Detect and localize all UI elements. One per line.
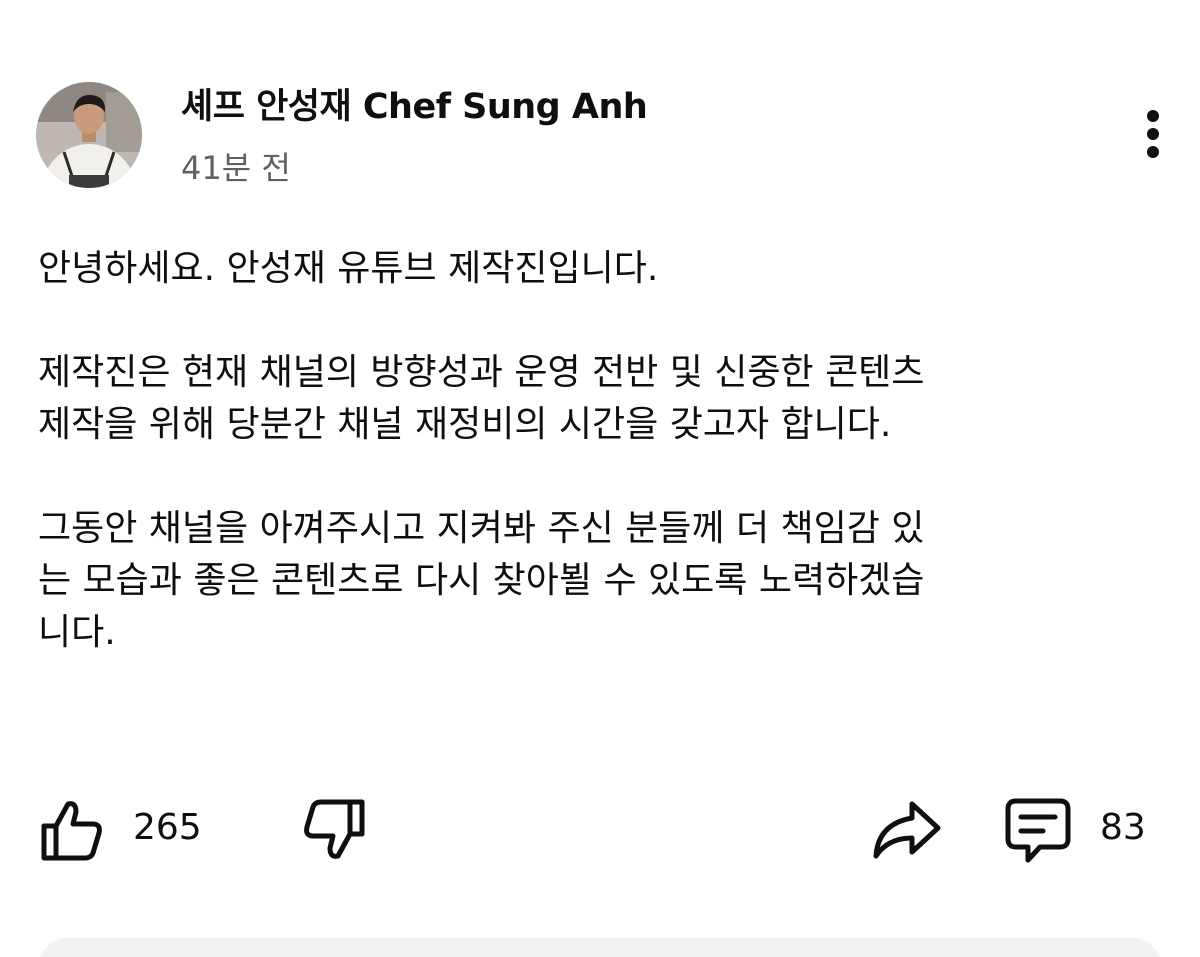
avatar[interactable] xyxy=(36,82,142,188)
post-body-line: 는 모습과 좋은 콘텐츠로 다시 찾아뵐 수 있도록 노력하겠습 xyxy=(38,560,925,601)
avatar-image xyxy=(36,82,142,188)
comment-count: 83 xyxy=(1100,807,1146,848)
more-vertical-icon xyxy=(1147,110,1159,158)
comment-icon xyxy=(1005,798,1071,863)
share-button[interactable] xyxy=(870,798,942,862)
more-options-button[interactable] xyxy=(1132,106,1176,170)
like-button[interactable] xyxy=(38,796,106,864)
dislike-button[interactable] xyxy=(300,796,368,864)
add-comment-bar[interactable] xyxy=(38,938,1162,957)
comments-button[interactable] xyxy=(1002,796,1074,868)
post-body-line: 안녕하세요. 안성재 유튜브 제작진입니다. xyxy=(38,248,659,289)
thumbs-down-icon xyxy=(304,799,365,859)
channel-name[interactable]: 셰프 안성재 Chef Sung Anh xyxy=(181,78,648,129)
thumbs-up-icon xyxy=(41,801,102,861)
post-body-line: 제작을 위해 당분간 채널 재정비의 시간을 갖고자 합니다. xyxy=(38,404,892,445)
community-post: 셰프 안성재 Chef Sung Anh 41분 전 안녕하세요. 안성재 유튜… xyxy=(0,0,1200,957)
share-arrow-icon xyxy=(873,801,941,859)
post-body: 안녕하세요. 안성재 유튜브 제작진입니다. 제작진은 현재 채널의 방향성과 … xyxy=(38,243,1158,659)
post-body-line: 니다. xyxy=(38,612,116,653)
post-body-line: 그동안 채널을 아껴주시고 지켜봐 주신 분들께 더 책임감 있 xyxy=(38,508,925,549)
post-body-line: 제작진은 현재 채널의 방향성과 운영 전반 및 신중한 콘텐츠 xyxy=(38,352,925,393)
post-timestamp: 41분 전 xyxy=(181,149,291,187)
like-count: 265 xyxy=(133,807,202,848)
